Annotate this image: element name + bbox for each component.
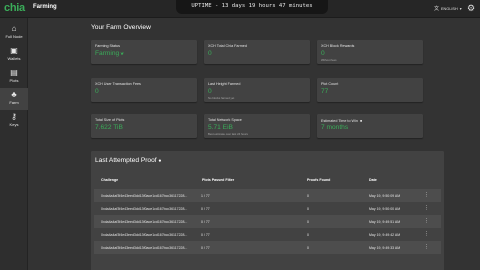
card-subtitle: Without fees: [321, 57, 337, 62]
info-icon[interactable]: ●: [158, 158, 161, 164]
more-options-icon[interactable]: ⋮: [424, 231, 429, 237]
table-row: 0xda4a4af3f4e43eed3dd13f0ace1cd167bcc361…: [94, 241, 441, 254]
wallet-icon: ▣: [10, 46, 18, 55]
plots-passed-cell: 0 / 77: [201, 233, 210, 237]
proofs-found-cell: 0: [307, 246, 309, 250]
sidebar: ⌂ Full Node ▣ Wallets ▤ Plots ♣ Farm ⚷ K…: [0, 18, 28, 270]
chevron-down-icon: ▾: [459, 7, 462, 11]
card-title: Total Network Space: [208, 118, 242, 122]
card-subtitle: Best estimate over last 24 hours: [208, 131, 248, 136]
card-subtitle: No blocks farmed yet: [208, 95, 235, 100]
sidebar-item-label: Farm: [9, 100, 19, 105]
date-cell: May 19, 9:49:51 AM: [369, 220, 401, 224]
card-plot-count: Plot Count 77: [317, 78, 423, 102]
card-title: Total Size of Plots: [95, 118, 125, 122]
table-row: 0xda4a4af3f4e43eed3dd13f0ace1cd167bcc361…: [94, 189, 441, 202]
chia-logo: chia: [4, 2, 25, 14]
sidebar-item-plots[interactable]: ▤ Plots: [0, 66, 28, 88]
table-row: 0xda4a4af3f4e43eed3dd13f0ace1cd167bcc361…: [94, 202, 441, 215]
plots-passed-cell: 0 / 77: [201, 207, 210, 211]
plots-passed-cell: 0 / 77: [201, 246, 210, 250]
card-block-rewards: XCH Block Rewards 0 Without fees: [317, 40, 423, 64]
more-options-icon[interactable]: ⋮: [424, 205, 429, 211]
more-options-icon[interactable]: ⋮: [424, 244, 429, 250]
proofs-found-cell: 0: [307, 194, 309, 198]
card-estimated-time-to-win: Estimated Time to Win ● 7 months: [317, 114, 423, 138]
sidebar-item-wallets[interactable]: ▣ Wallets: [0, 44, 28, 66]
challenge-cell: 0xda4a4af3f4e43eed3dd13f0ace1cd167bcc361…: [101, 233, 188, 237]
card-total-network-space: Total Network Space 5.71 EiB Best estima…: [204, 114, 310, 138]
card-value: 7 months: [321, 124, 349, 131]
challenge-cell: 0xda4a4af3f4e43eed3dd13f0ace1cd167bcc361…: [101, 207, 188, 211]
keys-icon: ⚷: [11, 112, 17, 121]
more-options-icon[interactable]: ⋮: [424, 218, 429, 224]
card-value: 7.622 TiB: [95, 124, 123, 131]
challenge-cell: 0xda4a4af3f4e43eed3dd13f0ace1cd167bcc361…: [101, 246, 188, 250]
card-title: XCH Total Chia Farmed: [208, 44, 247, 48]
sidebar-item-label: Wallets: [7, 56, 21, 61]
card-total-size-of-plots: Total Size of Plots 7.622 TiB: [91, 114, 197, 138]
plots-passed-cell: 1 / 77: [201, 194, 210, 198]
top-bar: chia Farming UPTIME - 13 days 19 hours 4…: [0, 0, 480, 18]
proofs-found-cell: 0: [307, 233, 309, 237]
table-header: Challenge Plots Passed Filter Proofs Fou…: [91, 172, 444, 188]
sidebar-item-full-node[interactable]: ⌂ Full Node: [0, 22, 28, 44]
card-last-height-farmed: Last Height Farmed 0 No blocks farmed ye…: [204, 78, 310, 102]
date-cell: May 19, 9:50:09 AM: [369, 194, 401, 198]
date-cell: May 19, 9:49:33 AM: [369, 246, 401, 250]
card-value: 0: [95, 88, 99, 95]
card-total-chia-farmed: XCH Total Chia Farmed 0: [204, 40, 310, 64]
card-title: Farming Status: [95, 44, 121, 48]
proofs-found-cell: 0: [307, 207, 309, 211]
sidebar-item-label: Plots: [9, 78, 19, 83]
more-options-icon[interactable]: ⋮: [424, 192, 429, 198]
sidebar-item-label: Full Node: [5, 34, 23, 39]
card-value: Farming❦: [95, 50, 124, 57]
translate-icon: 文: [434, 6, 440, 12]
card-value: 0: [208, 50, 212, 57]
node-icon: ⌂: [11, 24, 17, 33]
card-farming-status: Farming Status Farming❦: [91, 40, 197, 64]
challenge-cell: 0xda4a4af3f4e43eed3dd13f0ace1cd167bcc361…: [101, 194, 188, 198]
card-title: Plot Count: [321, 82, 339, 86]
plots-icon: ▤: [10, 68, 18, 77]
sidebar-item-label: Keys: [9, 122, 19, 127]
language-label: ENGLISH: [441, 6, 458, 11]
column-header-plots-passed: Plots Passed Filter: [202, 178, 235, 182]
table-row: 0xda4a4af3f4e43eed3dd13f0ace1cd167bcc361…: [94, 215, 441, 228]
challenge-cell: 0xda4a4af3f4e43eed3dd13f0ace1cd167bcc361…: [101, 220, 188, 224]
card-title: Last Height Farmed: [208, 82, 241, 86]
info-icon[interactable]: ●: [360, 118, 362, 123]
card-value: 77: [321, 88, 329, 95]
last-attempted-proof-panel: Last Attempted Proof ● Challenge Plots P…: [91, 151, 444, 270]
card-value: 0: [208, 88, 212, 95]
main-content: Your Farm Overview Farming Status Farmin…: [28, 18, 480, 270]
leaf-icon: ❦: [120, 51, 124, 56]
farm-icon: ♣: [11, 90, 17, 99]
card-value: 5.71 EiB: [208, 124, 233, 131]
proofs-found-cell: 0: [307, 220, 309, 224]
card-transaction-fees: XCH User Transaction Fees 0: [91, 78, 197, 102]
card-value: 0: [321, 50, 325, 57]
card-title: XCH Block Rewards: [321, 44, 355, 48]
proof-section-title: Last Attempted Proof ●: [95, 157, 162, 164]
settings-gear-icon[interactable]: ⚙: [467, 3, 475, 13]
date-cell: May 19, 9:50:00 AM: [369, 207, 401, 211]
page-title: Farming: [33, 4, 57, 10]
date-cell: May 19, 9:49:42 AM: [369, 233, 401, 237]
card-title: Estimated Time to Win ●: [321, 118, 363, 123]
column-header-date: Date: [369, 178, 377, 182]
table-row: 0xda4a4af3f4e43eed3dd13f0ace1cd167bcc361…: [94, 228, 441, 241]
uptime-banner: UPTIME - 13 days 19 hours 47 minutes: [176, 0, 328, 14]
column-header-challenge: Challenge: [101, 178, 119, 182]
sidebar-item-farm[interactable]: ♣ Farm: [0, 88, 28, 110]
card-title: XCH User Transaction Fees: [95, 82, 141, 86]
plots-passed-cell: 0 / 77: [201, 220, 210, 224]
language-selector[interactable]: 文 ENGLISH ▾: [434, 5, 462, 12]
column-header-proofs-found: Proofs Found: [307, 178, 331, 182]
sidebar-item-keys[interactable]: ⚷ Keys: [0, 110, 28, 132]
farm-overview-title: Your Farm Overview: [91, 24, 151, 31]
